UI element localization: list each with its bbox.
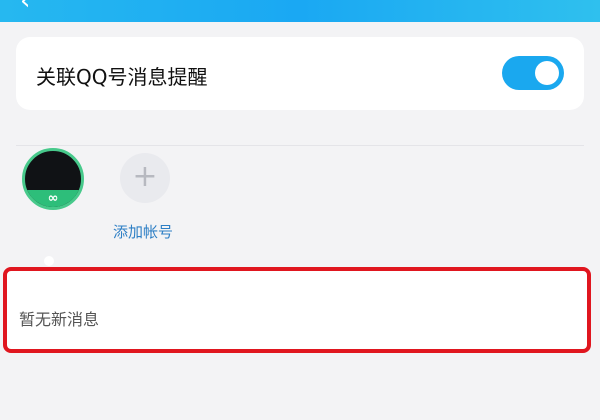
add-account-label[interactable]: 添加帐号 bbox=[113, 221, 173, 242]
message-alert-toggle[interactable] bbox=[502, 56, 564, 90]
plus-icon: + bbox=[132, 159, 158, 194]
message-alert-label: 关联QQ号消息提醒 bbox=[36, 65, 208, 89]
back-arrow-icon[interactable]: ‹ bbox=[20, 0, 30, 16]
indicator-dot bbox=[44, 256, 54, 266]
linked-account-avatar[interactable]: ∞ bbox=[22, 148, 84, 210]
header-bar: ‹ bbox=[0, 0, 600, 22]
empty-messages-text: 暂无新消息 bbox=[19, 310, 100, 329]
toggle-knob bbox=[535, 61, 559, 85]
message-alert-card: 关联QQ号消息提醒 bbox=[16, 37, 584, 110]
divider bbox=[16, 145, 584, 146]
link-icon: ∞ bbox=[47, 191, 59, 206]
messages-panel: 暂无新消息 bbox=[3, 267, 591, 353]
add-account-button[interactable]: + bbox=[120, 153, 170, 203]
